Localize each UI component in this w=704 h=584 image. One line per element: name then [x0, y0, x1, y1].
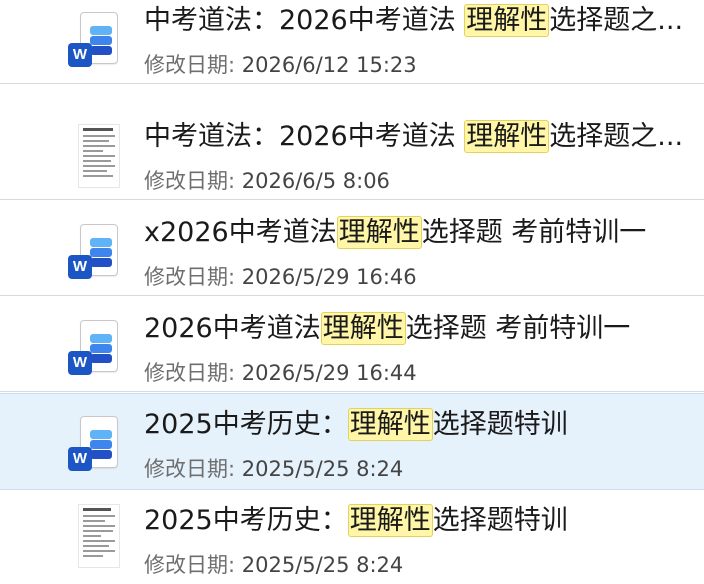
document-thumbnail-icon: [66, 124, 124, 188]
word-document-icon: W: [66, 412, 124, 472]
document-thumbnail-icon: [66, 504, 124, 568]
word-document-icon: W: [66, 8, 124, 68]
file-row[interactable]: W x2026中考道法理解性选择题 考前特训一 修改日期: 2026/5/29 …: [0, 202, 704, 296]
file-row-selected[interactable]: W 2025中考历史：理解性选择题特训 修改日期: 2025/5/25 8:24: [0, 393, 704, 490]
search-highlight: 理解性: [464, 4, 550, 37]
file-row[interactable]: W 2026中考道法理解性选择题 考前特训一 修改日期: 2026/5/29 1…: [0, 298, 704, 392]
file-row[interactable]: 中考道法：2026中考道法 理解性选择题之... 修改日期: 2026/6/5 …: [0, 106, 704, 200]
file-list: W 中考道法：2026中考道法 理解性选择题之... 修改日期: 2026/6/…: [0, 0, 704, 584]
modified-date: 修改日期: 2025/5/25 8:24: [144, 457, 404, 481]
modified-date: 修改日期: 2025/5/25 8:24: [144, 553, 404, 577]
word-document-icon: W: [66, 316, 124, 376]
word-document-icon: W: [66, 220, 124, 280]
modified-date: 修改日期: 2026/6/12 15:23: [144, 53, 417, 77]
modified-date: 修改日期: 2026/6/5 8:06: [144, 169, 390, 193]
file-row[interactable]: W 中考道法：2026中考道法 理解性选择题之... 修改日期: 2026/6/…: [0, 0, 704, 84]
file-row[interactable]: 2025中考历史：理解性选择题特训 修改日期: 2025/5/25 8:24: [0, 490, 704, 584]
file-name: x2026中考道法理解性选择题 考前特训一: [144, 216, 647, 249]
file-name: 2025中考历史：理解性选择题特训: [144, 504, 568, 537]
file-name: 中考道法：2026中考道法 理解性选择题之...: [144, 120, 684, 153]
file-name: 中考道法：2026中考道法 理解性选择题之...: [144, 4, 684, 37]
search-highlight: 理解性: [464, 120, 550, 153]
file-name: 2026中考道法理解性选择题 考前特训一: [144, 312, 631, 345]
search-highlight: 理解性: [347, 504, 433, 537]
modified-date: 修改日期: 2026/5/29 16:44: [144, 361, 417, 385]
modified-date: 修改日期: 2026/5/29 16:46: [144, 265, 417, 289]
search-highlight: 理解性: [320, 312, 406, 345]
file-name: 2025中考历史：理解性选择题特训: [144, 408, 568, 441]
search-highlight: 理解性: [336, 216, 422, 249]
search-highlight: 理解性: [347, 408, 433, 441]
